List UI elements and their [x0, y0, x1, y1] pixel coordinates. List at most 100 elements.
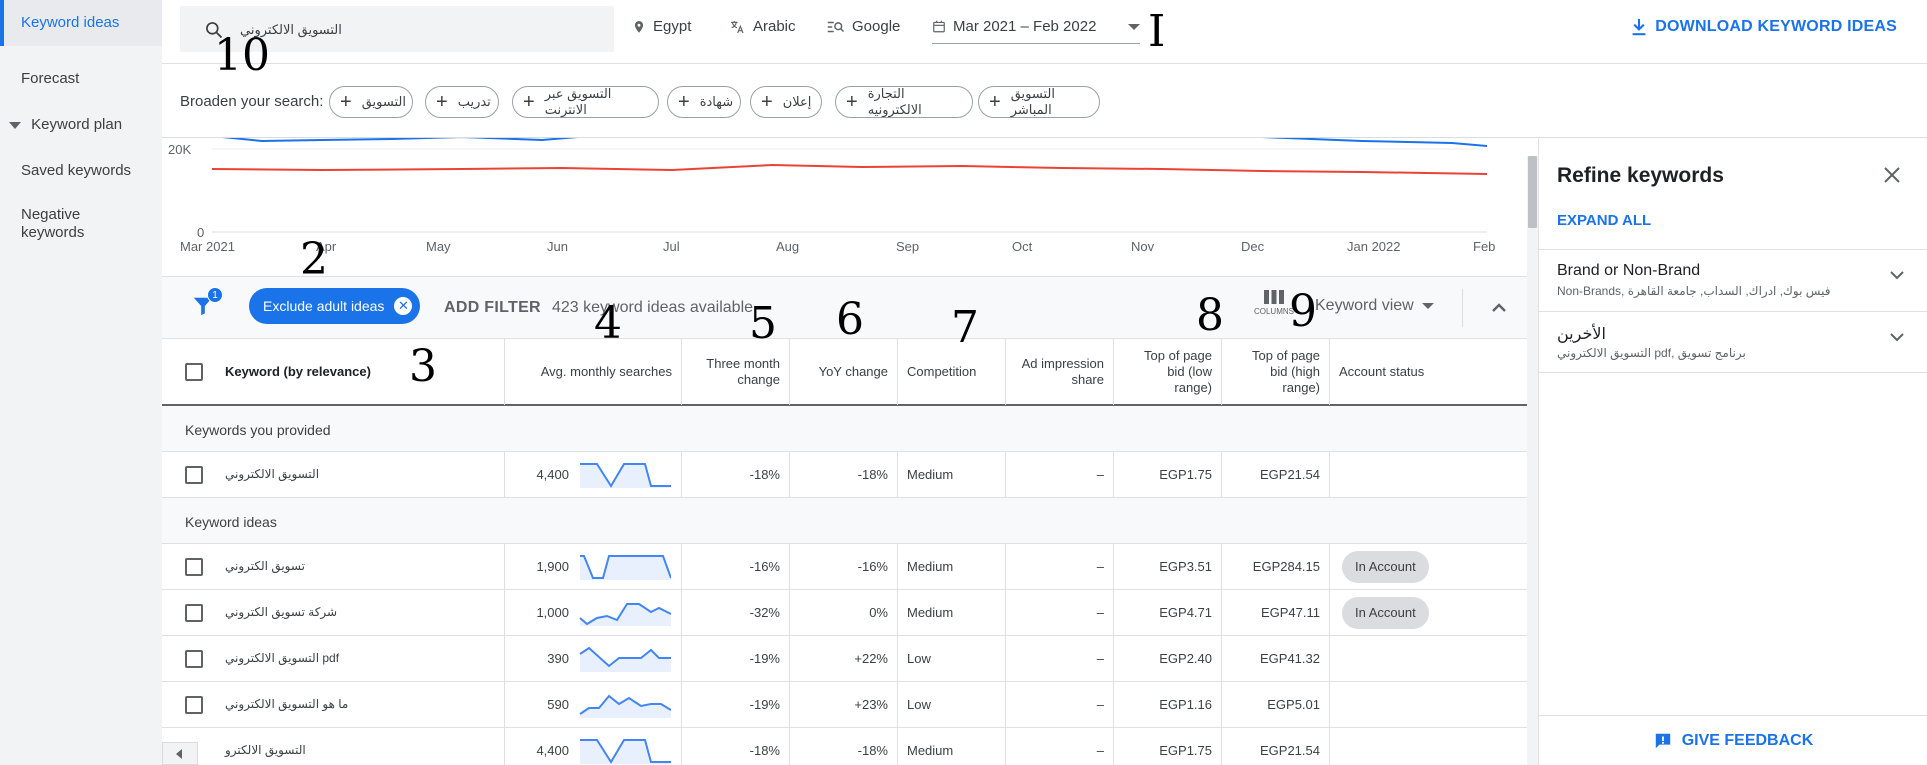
broaden-chip[interactable]: + التسويق عبر الانترنت — [512, 86, 659, 118]
cell-bid-low: EGP1.16 — [1114, 682, 1222, 727]
close-icon[interactable] — [1883, 166, 1901, 184]
left-nav: Keyword ideas Forecast Keyword plan Save… — [0, 0, 162, 765]
broaden-chip[interactable]: + التجارة الالكترونيه — [835, 86, 973, 118]
header-top-bid-high[interactable]: Top of page bid (high range) — [1222, 339, 1330, 405]
cell-bid-high: EGP41.32 — [1222, 636, 1330, 681]
exclude-adult-ideas-chip[interactable]: Exclude adult ideas ✕ — [249, 288, 421, 324]
annotation-label: 4 — [594, 298, 622, 349]
plus-icon: + — [761, 91, 773, 113]
filter-count-badge: 1 — [207, 287, 223, 303]
section-label: Keyword ideas — [185, 514, 277, 530]
annotation-label: 7 — [951, 302, 979, 353]
give-feedback-label: GIVE FEEDBACK — [1681, 731, 1814, 749]
columns-label: COLUMNS — [1253, 307, 1294, 316]
refine-group-brand[interactable]: Brand or Non-Brand Non-Brands, فيس بوك, … — [1539, 249, 1927, 311]
header-top-bid-low[interactable]: Top of page bid (low range) — [1114, 339, 1222, 405]
location-label: Egypt — [653, 18, 692, 35]
nav-negative-line1: Negative — [21, 206, 81, 223]
scroll-left-button[interactable] — [162, 742, 198, 765]
nav-negative-keywords[interactable]: Negative keywords — [0, 206, 162, 242]
broaden-chip[interactable]: + التسويق — [329, 86, 413, 118]
search-volume-line-red — [211, 163, 1488, 175]
cell-bid-high: EGP47.11 — [1222, 590, 1330, 635]
cell-bid-low: EGP4.71 — [1114, 590, 1222, 635]
header-yoy-change[interactable]: YoY change — [790, 339, 898, 405]
download-keyword-ideas-button[interactable]: DOWNLOAD KEYWORD IDEAS — [1631, 18, 1897, 36]
cell-bid-high: EGP21.54 — [1222, 452, 1330, 497]
trend-sparkline[interactable] — [579, 646, 671, 672]
broaden-label: Broaden your search: — [180, 93, 324, 110]
date-range-selector[interactable]: Mar 2021 – Feb 2022 — [932, 18, 1140, 44]
expand-all-button[interactable]: EXPAND ALL — [1557, 212, 1651, 229]
exclude-adult-ideas-label: Exclude adult ideas — [263, 298, 385, 314]
trend-sparkline[interactable] — [579, 462, 671, 488]
table-row: التسويق الالكتروني 4,400 -18% -18% Mediu… — [162, 452, 1527, 498]
cell-impression-share: – — [1006, 636, 1114, 681]
broaden-chip[interactable]: + إعلان — [750, 86, 822, 118]
dropdown-arrow-icon — [1421, 303, 1434, 309]
keyword-table: Keyword (by relevance) Avg. monthly sear… — [162, 338, 1527, 765]
remove-chip-icon[interactable]: ✕ — [394, 297, 413, 315]
x-tick: Sep — [896, 239, 920, 254]
annotation-label: 3 — [409, 341, 437, 392]
nav-keyword-ideas[interactable]: Keyword ideas — [0, 0, 162, 46]
y-tick-0: 0 — [197, 225, 204, 240]
header-account-status[interactable]: Account status — [1330, 339, 1527, 405]
give-feedback-button[interactable]: GIVE FEEDBACK — [1539, 715, 1927, 765]
keyword-view-selector[interactable]: Keyword view — [1315, 297, 1434, 315]
refine-group-others[interactable]: الأخرين التسويق الالكتروني pdf, برنامج ت… — [1539, 311, 1927, 373]
search-volume-chart: 20K 0 Mar 2021 Apr May Jun Jul Aug Sep O… — [162, 138, 1527, 273]
annotation-label: I — [1148, 6, 1166, 57]
collapse-chevron-up-icon[interactable] — [1491, 301, 1507, 313]
section-keywords-provided: Keywords you provided — [162, 406, 1527, 452]
x-tick: May — [426, 239, 451, 254]
keyword-view-label: Keyword view — [1315, 297, 1414, 314]
avg-value: 4,400 — [536, 743, 569, 758]
plus-icon: + — [436, 91, 448, 113]
chip-label: إعلان — [782, 94, 812, 109]
cell-three-month: -19% — [682, 636, 790, 681]
chip-label: التسويق عبر الانترنت — [544, 86, 612, 117]
trend-sparkline[interactable] — [579, 738, 671, 764]
avg-value: 1,000 — [536, 605, 569, 620]
cell-account-status: In Account — [1330, 544, 1527, 589]
chevron-down-icon — [1890, 271, 1904, 280]
annotation-label: 8 — [1196, 290, 1224, 341]
scrollbar-thumb[interactable] — [1528, 156, 1537, 228]
nav-saved-keywords[interactable]: Saved keywords — [0, 162, 162, 179]
x-tick: Dec — [1241, 239, 1265, 254]
cell-yoy: +23% — [790, 682, 898, 727]
filter-button[interactable]: 1 — [192, 287, 223, 322]
cell-impression-share: – — [1006, 544, 1114, 589]
vertical-scrollbar[interactable] — [1527, 156, 1538, 765]
chip-label: تدريب — [457, 94, 491, 109]
nav-keyword-plan[interactable]: Keyword plan — [0, 116, 162, 133]
y-tick-20k: 20K — [168, 142, 191, 157]
chip-label: شهادة — [699, 94, 734, 109]
plus-icon: + — [846, 91, 858, 113]
feedback-icon — [1655, 733, 1670, 748]
broaden-chip[interactable]: + شهادة — [667, 86, 741, 118]
network-selector[interactable]: Google — [827, 18, 900, 35]
cell-three-month: -18% — [682, 452, 790, 497]
header-ad-impression-share[interactable]: Ad impression share — [1006, 339, 1114, 405]
location-selector[interactable]: Egypt — [632, 18, 691, 35]
network-label: Google — [852, 18, 901, 35]
table-row: شركة تسويق الكتروني 1,000 -32% 0% Medium… — [162, 590, 1527, 636]
trend-sparkline[interactable] — [579, 692, 671, 718]
cell-border — [162, 682, 505, 727]
add-filter-button[interactable]: ADD FILTER — [444, 299, 541, 317]
download-label: DOWNLOAD KEYWORD IDEAS — [1655, 18, 1897, 35]
language-selector[interactable]: Arabic — [728, 18, 796, 35]
chip-label: التسويق المباشر — [1010, 86, 1055, 117]
trend-sparkline[interactable] — [579, 554, 671, 580]
header-keyword[interactable]: Keyword (by relevance) — [162, 339, 505, 405]
broaden-chip[interactable]: + التسويق المباشر — [978, 86, 1100, 118]
trend-sparkline[interactable] — [579, 600, 671, 626]
broaden-chip[interactable]: + تدريب — [425, 86, 499, 118]
nav-forecast[interactable]: Forecast — [0, 70, 162, 87]
cell-yoy: -18% — [790, 452, 898, 497]
columns-icon — [1264, 290, 1284, 304]
top-bar: التسويق الالكتروني Egypt Arabic Google M… — [162, 0, 1927, 64]
calendar-icon — [933, 20, 945, 33]
